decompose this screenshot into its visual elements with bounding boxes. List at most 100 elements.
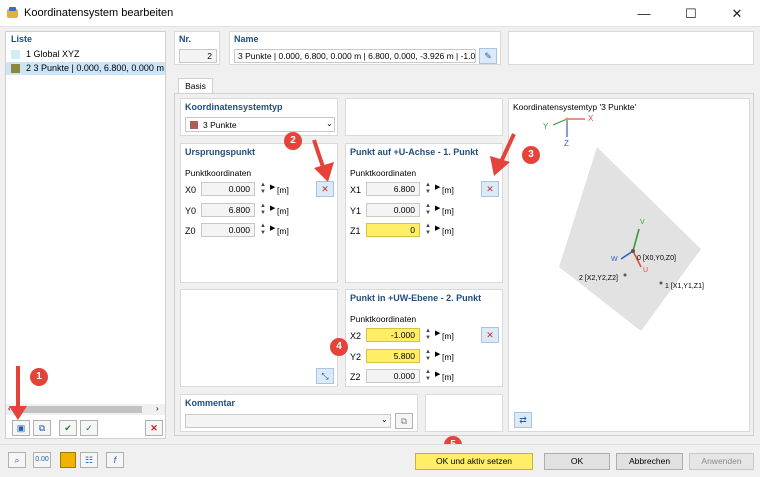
uwpoint-x-spinner[interactable]: ▲ ▼ — [421, 328, 435, 342]
origin-z-spinner[interactable]: ▲ ▼ — [256, 223, 270, 237]
origin-x-label: X0 — [185, 185, 197, 195]
apply-button[interactable]: Anwenden — [689, 453, 754, 470]
arrow-2-icon — [312, 139, 334, 182]
chevron-down-icon: ⌄ — [326, 119, 333, 128]
upoint-x-spinner[interactable]: ▲ ▼ — [421, 182, 435, 196]
comment-dropdown[interactable]: ⌄ — [185, 414, 391, 428]
scroll-thumb[interactable] — [18, 406, 142, 413]
new-item-button[interactable]: ▣ — [12, 420, 30, 436]
upoint-y-unit: [m] — [442, 206, 454, 216]
list-item-label: 1 Global XYZ — [26, 49, 80, 59]
uwpoint-x-label: X2 — [350, 331, 362, 341]
cancel-button[interactable]: Abbrechen — [616, 453, 683, 470]
preview-diagram — [552, 117, 701, 331]
uwpoint-z-spinner[interactable]: ▲ ▼ — [421, 369, 435, 383]
play-icon[interactable]: ▶ — [270, 204, 275, 212]
maximize-button[interactable]: ☐ — [668, 0, 714, 27]
origin-y-label: Y0 — [185, 206, 197, 216]
name-field[interactable]: 3 Punkte | 0.000, 6.800, 0.000 m | 6.800… — [234, 49, 476, 63]
point-1-label: 1 [X1,Y1,Z1] — [665, 283, 704, 290]
color-swatch — [11, 50, 20, 59]
upoint-z-unit: [m] — [442, 226, 454, 236]
preview-settings-icon[interactable]: ⇄ — [514, 412, 532, 428]
upoint-y-spinner[interactable]: ▲ ▼ — [421, 203, 435, 217]
color-button[interactable] — [60, 452, 76, 468]
origin-x-field[interactable]: 0.000 — [201, 182, 255, 196]
list-header: Liste — [6, 32, 165, 46]
arrow-1-icon — [9, 366, 27, 420]
uwpoint-z-field[interactable]: 0.000 — [366, 369, 420, 383]
upoint-y-field[interactable]: 0.000 — [366, 203, 420, 217]
play-icon[interactable]: ▶ — [435, 350, 440, 358]
list-item-selected[interactable]: 2 3 Punkte | 0.000, 6.800, 0.000 m | 6.8 — [6, 62, 165, 75]
play-icon[interactable]: ▶ — [435, 224, 440, 232]
origin-x-spinner[interactable]: ▲ ▼ — [256, 182, 270, 196]
delete-button[interactable]: ✕ — [145, 420, 163, 436]
global-x-label: X — [588, 114, 594, 123]
search-icon[interactable]: ⌕ — [8, 452, 26, 468]
origin-y-spinner[interactable]: ▲ ▼ — [256, 203, 270, 217]
pick-uwpoint-icon[interactable]: ✕ — [481, 327, 499, 343]
copy-comment-button[interactable]: ⧉ — [395, 413, 413, 429]
uncheck-button[interactable]: ✓ — [80, 420, 98, 436]
nr-field[interactable]: 2 — [179, 49, 217, 63]
play-icon[interactable]: ▶ — [435, 329, 440, 337]
type-dropdown[interactable]: 3 Punkte ⌄ — [185, 117, 335, 132]
formula-icon[interactable]: f — [106, 452, 124, 468]
upoint-z-field[interactable]: 0 — [366, 223, 420, 237]
callout-1: 1 — [30, 368, 48, 386]
tab-label: Basis — [185, 81, 206, 91]
window-title: Koordinatensystem bearbeiten — [24, 7, 174, 19]
play-icon[interactable]: ▶ — [435, 183, 440, 191]
info-icon[interactable]: ☷ — [80, 452, 98, 468]
pick-plane-icon[interactable]: ⤡ — [316, 368, 334, 384]
empty-panel-lower-left: ⤡ — [180, 289, 338, 387]
uwpoint-panel: Punkt in +UW-Ebene - 2. Punkt Punktkoord… — [345, 289, 503, 387]
uwpoint-y-label: Y2 — [350, 352, 362, 362]
name-panel: Name 3 Punkte | 0.000, 6.800, 0.000 m | … — [229, 31, 501, 65]
uwpoint-y-spinner[interactable]: ▲ ▼ — [421, 349, 435, 363]
local-w-label: W — [611, 256, 618, 263]
uwpoint-y-field[interactable]: 5.800 — [366, 349, 420, 363]
local-u-label: U — [643, 267, 649, 274]
arrow-3-icon — [490, 133, 516, 176]
point-2-label: 2 [X2,Y2,Z2] — [579, 275, 618, 282]
close-button[interactable]: ✕ — [714, 0, 760, 27]
name-label: Name — [234, 34, 259, 44]
callout-2: 2 — [284, 132, 302, 150]
play-icon[interactable]: ▶ — [435, 370, 440, 378]
uwpoint-x-field[interactable]: -1.000 — [366, 328, 420, 342]
edit-name-icon[interactable]: ✎ — [479, 48, 497, 64]
tab-basis[interactable]: Basis — [178, 78, 213, 94]
origin-x-unit: [m] — [277, 185, 289, 195]
play-icon[interactable]: ▶ — [270, 224, 275, 232]
play-icon[interactable]: ▶ — [270, 183, 275, 191]
check-all-button[interactable]: ✔ — [59, 420, 77, 436]
title-bar: Koordinatensystem bearbeiten — ☐ ✕ — [0, 0, 760, 27]
upoint-x-field[interactable]: 6.800 — [366, 182, 420, 196]
upoint-subheader: Punktkoordinaten — [350, 168, 417, 178]
upoint-z-spinner[interactable]: ▲ ▼ — [421, 223, 435, 237]
chevron-down-icon: ⌄ — [381, 415, 388, 424]
uwpoint-x-unit: [m] — [442, 331, 454, 341]
list-item[interactable]: 1 Global XYZ — [6, 48, 165, 61]
copy-item-button[interactable]: ⧉ — [33, 420, 51, 436]
type-panel: Koordinatensystemtyp 3 Punkte ⌄ — [180, 98, 338, 136]
ok-and-activate-button[interactable]: OK und aktiv setzen — [415, 453, 533, 470]
play-icon[interactable]: ▶ — [435, 204, 440, 212]
origin-z-field[interactable]: 0.000 — [201, 223, 255, 237]
pick-upoint-icon[interactable]: ✕ — [481, 181, 499, 197]
type-swatch — [190, 121, 198, 129]
color-swatch — [11, 64, 20, 73]
type-value: 3 Punkte — [203, 120, 237, 130]
global-y-label: Y — [543, 122, 549, 131]
uwpoint-z-unit: [m] — [442, 372, 454, 382]
list-title: Liste — [11, 34, 33, 44]
minimize-button[interactable]: — — [621, 0, 667, 27]
units-icon[interactable]: 0.00 — [33, 452, 51, 468]
ok-button[interactable]: OK — [544, 453, 610, 470]
empty-top-panel — [508, 31, 754, 65]
scroll-right-icon[interactable]: › — [156, 404, 159, 413]
nr-panel: Nr. 2 — [174, 31, 220, 65]
origin-y-field[interactable]: 6.800 — [201, 203, 255, 217]
